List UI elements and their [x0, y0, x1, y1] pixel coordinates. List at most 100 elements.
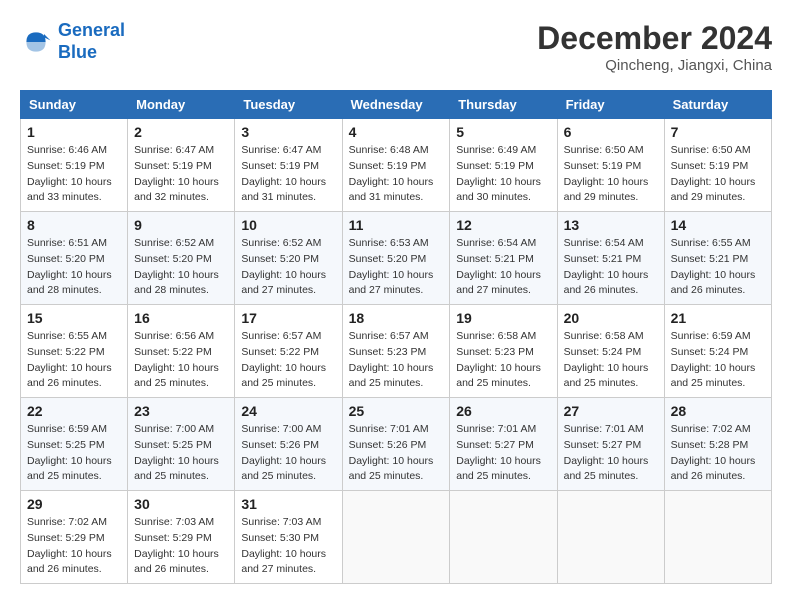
- day-info: Sunrise: 6:55 AMSunset: 5:22 PMDaylight:…: [27, 329, 121, 392]
- day-info: Sunrise: 6:57 AMSunset: 5:23 PMDaylight:…: [349, 329, 444, 392]
- day-number: 12: [456, 217, 550, 233]
- calendar-cell: 19 Sunrise: 6:58 AMSunset: 5:23 PMDayligh…: [450, 305, 557, 398]
- calendar-cell: 8 Sunrise: 6:51 AMSunset: 5:20 PMDaylight…: [21, 212, 128, 305]
- day-number: 15: [27, 310, 121, 326]
- day-number: 4: [349, 124, 444, 140]
- calendar-cell: 28 Sunrise: 7:02 AMSunset: 5:28 PMDayligh…: [664, 398, 771, 491]
- calendar-cell: 15 Sunrise: 6:55 AMSunset: 5:22 PMDayligh…: [21, 305, 128, 398]
- calendar-cell: 2 Sunrise: 6:47 AMSunset: 5:19 PMDaylight…: [128, 119, 235, 212]
- location: Qincheng, Jiangxi, China: [537, 57, 772, 74]
- day-number: 31: [241, 496, 335, 512]
- day-info: Sunrise: 6:47 AMSunset: 5:19 PMDaylight:…: [134, 143, 228, 206]
- weekday-header-friday: Friday: [557, 91, 664, 119]
- calendar-cell: 10 Sunrise: 6:52 AMSunset: 5:20 PMDayligh…: [235, 212, 342, 305]
- day-info: Sunrise: 6:54 AMSunset: 5:21 PMDaylight:…: [456, 236, 550, 299]
- day-number: 23: [134, 403, 228, 419]
- calendar-cell: 9 Sunrise: 6:52 AMSunset: 5:20 PMDaylight…: [128, 212, 235, 305]
- calendar-week-3: 15 Sunrise: 6:55 AMSunset: 5:22 PMDayligh…: [21, 305, 772, 398]
- day-number: 7: [671, 124, 765, 140]
- day-number: 21: [671, 310, 765, 326]
- day-number: 17: [241, 310, 335, 326]
- day-number: 1: [27, 124, 121, 140]
- day-info: Sunrise: 6:50 AMSunset: 5:19 PMDaylight:…: [671, 143, 765, 206]
- day-number: 27: [564, 403, 658, 419]
- day-info: Sunrise: 6:49 AMSunset: 5:19 PMDaylight:…: [456, 143, 550, 206]
- day-number: 28: [671, 403, 765, 419]
- calendar-cell: 25 Sunrise: 7:01 AMSunset: 5:26 PMDayligh…: [342, 398, 450, 491]
- calendar-cell: 26 Sunrise: 7:01 AMSunset: 5:27 PMDayligh…: [450, 398, 557, 491]
- day-info: Sunrise: 7:03 AMSunset: 5:30 PMDaylight:…: [241, 515, 335, 578]
- day-number: 25: [349, 403, 444, 419]
- page-header: General Blue December 2024 Qincheng, Jia…: [20, 20, 772, 74]
- calendar-cell: 13Sunrise: 6:54 AMSunset: 5:21 PMDayligh…: [557, 212, 664, 305]
- calendar-week-1: 1 Sunrise: 6:46 AMSunset: 5:19 PMDaylight…: [21, 119, 772, 212]
- day-info: Sunrise: 6:58 AMSunset: 5:23 PMDaylight:…: [456, 329, 550, 392]
- calendar-cell: [664, 491, 771, 584]
- day-info: Sunrise: 6:59 AMSunset: 5:24 PMDaylight:…: [671, 329, 765, 392]
- weekday-header-row: SundayMondayTuesdayWednesdayThursdayFrid…: [21, 91, 772, 119]
- day-info: Sunrise: 7:01 AMSunset: 5:27 PMDaylight:…: [456, 422, 550, 485]
- day-info: Sunrise: 7:03 AMSunset: 5:29 PMDaylight:…: [134, 515, 228, 578]
- calendar-cell: 6 Sunrise: 6:50 AMSunset: 5:19 PMDaylight…: [557, 119, 664, 212]
- month-title: December 2024: [537, 20, 772, 57]
- logo-text: General Blue: [58, 20, 125, 63]
- day-info: Sunrise: 7:00 AMSunset: 5:25 PMDaylight:…: [134, 422, 228, 485]
- day-info: Sunrise: 6:47 AMSunset: 5:19 PMDaylight:…: [241, 143, 335, 206]
- calendar-cell: 1 Sunrise: 6:46 AMSunset: 5:19 PMDaylight…: [21, 119, 128, 212]
- day-info: Sunrise: 6:52 AMSunset: 5:20 PMDaylight:…: [134, 236, 228, 299]
- weekday-header-saturday: Saturday: [664, 91, 771, 119]
- weekday-header-sunday: Sunday: [21, 91, 128, 119]
- day-number: 29: [27, 496, 121, 512]
- calendar-cell: 29 Sunrise: 7:02 AMSunset: 5:29 PMDayligh…: [21, 491, 128, 584]
- calendar-cell: 21 Sunrise: 6:59 AMSunset: 5:24 PMDayligh…: [664, 305, 771, 398]
- day-number: 8: [27, 217, 121, 233]
- day-info: Sunrise: 6:50 AMSunset: 5:19 PMDaylight:…: [564, 143, 658, 206]
- day-number: 22: [27, 403, 121, 419]
- calendar-cell: 12 Sunrise: 6:54 AMSunset: 5:21 PMDayligh…: [450, 212, 557, 305]
- day-info: Sunrise: 7:02 AMSunset: 5:28 PMDaylight:…: [671, 422, 765, 485]
- day-number: 13: [564, 217, 658, 233]
- weekday-header-tuesday: Tuesday: [235, 91, 342, 119]
- day-info: Sunrise: 7:00 AMSunset: 5:26 PMDaylight:…: [241, 422, 335, 485]
- calendar-cell: 7 Sunrise: 6:50 AMSunset: 5:19 PMDaylight…: [664, 119, 771, 212]
- day-number: 24: [241, 403, 335, 419]
- day-number: 14: [671, 217, 765, 233]
- day-info: Sunrise: 6:56 AMSunset: 5:22 PMDaylight:…: [134, 329, 228, 392]
- day-info: Sunrise: 6:48 AMSunset: 5:19 PMDaylight:…: [349, 143, 444, 206]
- day-info: Sunrise: 6:57 AMSunset: 5:22 PMDaylight:…: [241, 329, 335, 392]
- weekday-header-thursday: Thursday: [450, 91, 557, 119]
- calendar-cell: 5Sunrise: 6:49 AMSunset: 5:19 PMDaylight…: [450, 119, 557, 212]
- day-info: Sunrise: 6:55 AMSunset: 5:21 PMDaylight:…: [671, 236, 765, 299]
- calendar-cell: 30 Sunrise: 7:03 AMSunset: 5:29 PMDayligh…: [128, 491, 235, 584]
- day-number: 16: [134, 310, 228, 326]
- calendar-cell: [557, 491, 664, 584]
- day-info: Sunrise: 6:58 AMSunset: 5:24 PMDaylight:…: [564, 329, 658, 392]
- day-number: 26: [456, 403, 550, 419]
- day-info: Sunrise: 7:01 AMSunset: 5:26 PMDaylight:…: [349, 422, 444, 485]
- day-info: Sunrise: 6:52 AMSunset: 5:20 PMDaylight:…: [241, 236, 335, 299]
- day-number: 9: [134, 217, 228, 233]
- title-block: December 2024 Qincheng, Jiangxi, China: [537, 20, 772, 74]
- calendar-cell: 3Sunrise: 6:47 AMSunset: 5:19 PMDaylight…: [235, 119, 342, 212]
- calendar-cell: 11Sunrise: 6:53 AMSunset: 5:20 PMDayligh…: [342, 212, 450, 305]
- day-number: 2: [134, 124, 228, 140]
- day-number: 6: [564, 124, 658, 140]
- calendar-cell: 14 Sunrise: 6:55 AMSunset: 5:21 PMDayligh…: [664, 212, 771, 305]
- day-info: Sunrise: 6:51 AMSunset: 5:20 PMDaylight:…: [27, 236, 121, 299]
- calendar-cell: [342, 491, 450, 584]
- calendar-week-4: 22 Sunrise: 6:59 AMSunset: 5:25 PMDayligh…: [21, 398, 772, 491]
- calendar-table: SundayMondayTuesdayWednesdayThursdayFrid…: [20, 90, 772, 584]
- day-number: 19: [456, 310, 550, 326]
- day-info: Sunrise: 6:59 AMSunset: 5:25 PMDaylight:…: [27, 422, 121, 485]
- weekday-header-monday: Monday: [128, 91, 235, 119]
- day-info: Sunrise: 7:02 AMSunset: 5:29 PMDaylight:…: [27, 515, 121, 578]
- day-number: 10: [241, 217, 335, 233]
- calendar-cell: 20Sunrise: 6:58 AMSunset: 5:24 PMDayligh…: [557, 305, 664, 398]
- calendar-cell: 17 Sunrise: 6:57 AMSunset: 5:22 PMDayligh…: [235, 305, 342, 398]
- calendar-cell: 23 Sunrise: 7:00 AMSunset: 5:25 PMDayligh…: [128, 398, 235, 491]
- day-info: Sunrise: 6:46 AMSunset: 5:19 PMDaylight:…: [27, 143, 121, 206]
- logo: General Blue: [20, 20, 125, 63]
- calendar-week-2: 8 Sunrise: 6:51 AMSunset: 5:20 PMDaylight…: [21, 212, 772, 305]
- calendar-week-5: 29 Sunrise: 7:02 AMSunset: 5:29 PMDayligh…: [21, 491, 772, 584]
- day-number: 30: [134, 496, 228, 512]
